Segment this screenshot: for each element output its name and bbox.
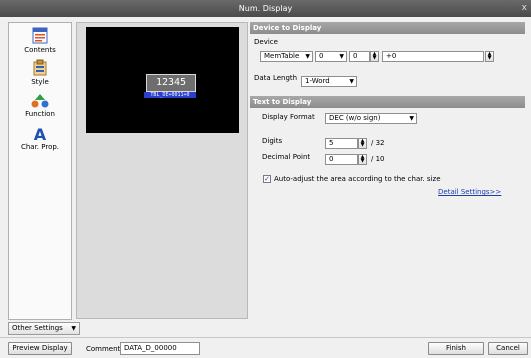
- contents-icon: [32, 27, 48, 44]
- finish-button[interactable]: Finish: [428, 342, 484, 355]
- cancel-button[interactable]: Cancel: [488, 342, 528, 355]
- chevron-down-icon: ▼: [349, 78, 354, 85]
- preview-canvas: 12345 TBL_DE+0011+0: [86, 27, 239, 133]
- device-address-label: TBL_DE+0011+0: [144, 92, 196, 98]
- function-icon: [31, 94, 49, 108]
- other-settings-label: Other Settings: [12, 324, 63, 332]
- title-bar: Num. Display x: [0, 0, 531, 17]
- comment-field[interactable]: DATA_D_00000: [120, 342, 200, 355]
- data-length-label: Data Length: [254, 74, 298, 82]
- digits-max: / 32: [371, 139, 385, 147]
- decimal-point-label: Decimal Point: [262, 153, 311, 161]
- sidebar-item-label: Char. Prop.: [20, 143, 60, 151]
- device-offset-value: 0: [353, 52, 358, 60]
- auto-adjust-checkbox[interactable]: ✓: [263, 175, 271, 183]
- char-prop-icon: A: [34, 126, 47, 141]
- display-format-value: DEC (w/o sign): [329, 114, 381, 122]
- numeric-display-preview[interactable]: 12345: [146, 74, 196, 92]
- device-number-value: 0: [319, 52, 324, 60]
- window-title: Num. Display: [238, 4, 293, 13]
- section-header-text: Text to Display: [250, 96, 525, 108]
- sidebar-item-function[interactable]: Function: [9, 93, 71, 118]
- digits-value: 5: [329, 139, 334, 147]
- digits-field[interactable]: 5: [325, 138, 358, 149]
- decimal-point-max: / 10: [371, 155, 385, 163]
- digits-stepper[interactable]: ▲ ▼: [358, 138, 367, 149]
- display-format-select[interactable]: DEC (w/o sign) ▼: [325, 113, 417, 124]
- decimal-point-field[interactable]: 0: [325, 154, 358, 165]
- device-number-select[interactable]: 0 ▼: [315, 51, 347, 62]
- sidebar-item-label: Function: [25, 110, 55, 118]
- device-offset-field[interactable]: 0: [349, 51, 370, 62]
- digits-label: Digits: [262, 137, 283, 145]
- num-display-dialog: Num. Display x Contents Style Function A…: [0, 0, 531, 358]
- comment-value: DATA_D_00000: [124, 344, 177, 352]
- data-length-select[interactable]: 1-Word ▼: [301, 76, 357, 87]
- device-address-field[interactable]: +0: [382, 51, 484, 62]
- section-header-device: Device to Display: [250, 22, 525, 34]
- close-icon[interactable]: x: [522, 0, 527, 17]
- svg-text:A: A: [34, 126, 47, 141]
- sidebar-item-contents[interactable]: Contents: [9, 27, 71, 54]
- device-label: Device: [254, 38, 278, 46]
- data-length-value: 1-Word: [305, 77, 330, 85]
- device-type-select[interactable]: MemTable ▼: [260, 51, 313, 62]
- sidebar: Contents Style Function A Char. Prop.: [8, 22, 72, 320]
- bottom-bar: Preview Display Comment DATA_D_00000 Fin…: [0, 337, 531, 358]
- preview-panel: 12345 TBL_DE+0011+0: [76, 22, 248, 319]
- chevron-down-icon: ▼: [71, 325, 76, 332]
- sidebar-item-style[interactable]: Style: [9, 59, 71, 86]
- sidebar-item-char-prop[interactable]: A Char. Prop.: [9, 126, 71, 151]
- auto-adjust-label: Auto-adjust the area according to the ch…: [274, 175, 441, 183]
- sidebar-item-label: Contents: [24, 46, 56, 54]
- device-address-value: +0: [386, 52, 397, 60]
- preview-display-button[interactable]: Preview Display: [8, 342, 72, 355]
- style-icon: [33, 59, 47, 76]
- chevron-down-icon: ▼: [339, 53, 344, 60]
- device-offset-stepper[interactable]: ▲ ▼: [370, 51, 379, 62]
- chevron-down-icon: ▼: [305, 53, 310, 60]
- chevron-down-icon: ▼: [409, 115, 414, 122]
- detail-settings-link[interactable]: Detail Settings>>: [438, 188, 501, 196]
- device-type-value: MemTable: [264, 52, 300, 60]
- comment-label: Comment: [86, 345, 121, 353]
- sidebar-item-label: Style: [31, 78, 49, 86]
- display-format-label: Display Format: [262, 113, 315, 121]
- other-settings-dropdown[interactable]: Other Settings ▼: [8, 322, 80, 335]
- device-address-stepper[interactable]: ▲ ▼: [485, 51, 494, 62]
- decimal-point-stepper[interactable]: ▲ ▼: [358, 154, 367, 165]
- decimal-point-value: 0: [329, 155, 334, 163]
